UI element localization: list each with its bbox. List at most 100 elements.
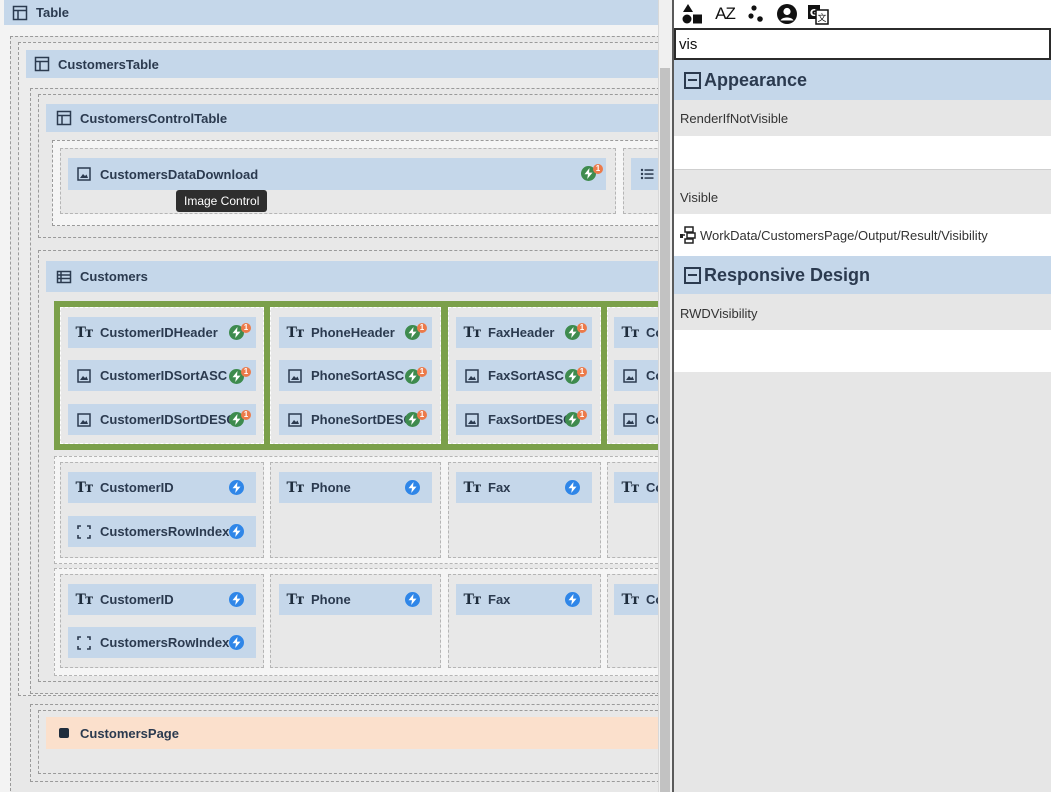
shapes-icon[interactable] [680, 2, 704, 26]
customers-control-table-header[interactable]: CustomersControlTable [46, 104, 658, 132]
text-icon: Tт [621, 479, 639, 496]
fax-label: Fax [488, 480, 511, 495]
phone-header-label: PhoneHeader [311, 325, 395, 340]
fax-sort-asc-label: FaxSortASC [488, 368, 564, 383]
render-if-not-visible-label: RenderIfNotVisible [674, 100, 1051, 136]
customers-row-index-label: CustomersRowIndex [100, 635, 230, 650]
text-icon: Tт [75, 479, 93, 496]
dots-icon[interactable] [746, 2, 768, 26]
visible-binding-path: WorkData/CustomersPage/Output/Result/Vis… [700, 227, 988, 243]
translate-icon[interactable]: G文 [806, 2, 830, 26]
text-icon: Tт [621, 591, 639, 608]
rwd-visibility-label: RWDVisibility [674, 296, 1051, 330]
customers-page-header[interactable]: CustomersPage [46, 717, 658, 749]
extra-control[interactable]: Tт Co [614, 584, 658, 615]
extra-sort-asc-label: Co [646, 368, 658, 383]
list-table-icon [56, 269, 72, 285]
event-bolt-icon[interactable] [565, 480, 580, 495]
customer-id-label: CustomerID [100, 592, 174, 607]
event-count-badge: 1 [241, 367, 251, 377]
customers-row-index-control[interactable]: CustomersRowIndex [68, 516, 256, 547]
image-icon [76, 412, 92, 428]
render-if-not-visible-value[interactable] [674, 136, 1051, 170]
customer-id-header-label: CustomerIDHeader [100, 325, 218, 340]
properties-panel: AZ G文 Appearance RenderIfNotVisible Visi… [674, 0, 1051, 792]
event-count-badge: 1 [577, 410, 587, 420]
event-count-badge: 1 [417, 410, 427, 420]
extra-header-label: Co [646, 325, 658, 340]
customer-id-control[interactable]: Tт CustomerID [68, 472, 256, 503]
sort-az-icon[interactable]: AZ [712, 2, 738, 26]
user-circle-icon[interactable] [776, 2, 798, 26]
extra-header-control[interactable]: Tт Co [614, 317, 658, 348]
customers-row-index-label: CustomersRowIndex [100, 524, 230, 539]
fax-sort-desc-label: FaxSortDESC [488, 412, 573, 427]
fax-label: Fax [488, 592, 511, 607]
image-icon [464, 368, 480, 384]
customers-data-download-label: CustomersDataDownload [100, 166, 259, 182]
frame-icon [76, 524, 92, 540]
customer-id-header-control[interactable]: Tт CustomerIDHeader [68, 317, 256, 348]
event-bolt-icon[interactable] [229, 635, 244, 650]
text-icon: Tт [463, 324, 481, 341]
event-count-badge: 1 [241, 323, 251, 333]
table-label: Table [36, 5, 69, 20]
image-icon [464, 412, 480, 428]
event-count-badge: 1 [241, 410, 251, 420]
appearance-section-header[interactable]: Appearance [674, 60, 1051, 100]
image-icon [622, 368, 638, 384]
collapse-icon[interactable] [684, 266, 701, 284]
customer-id-sort-asc-control[interactable]: CustomerIDSortASC [68, 360, 256, 391]
event-bolt-icon[interactable] [229, 592, 244, 607]
event-bolt-icon[interactable] [229, 524, 244, 539]
table-header[interactable]: Table [4, 0, 658, 25]
customers-control-table-label: CustomersControlTable [80, 110, 228, 126]
table-icon [56, 110, 72, 126]
customer-id-control[interactable]: Tт CustomerID [68, 584, 256, 615]
property-search-input[interactable] [676, 30, 1049, 58]
collapse-icon[interactable] [684, 71, 701, 89]
phone-sort-asc-label: PhoneSortASC [311, 368, 405, 383]
customers-list-header[interactable]: Customers [46, 261, 658, 292]
text-icon: Tт [621, 324, 639, 341]
event-count-badge: 1 [417, 323, 427, 333]
text-icon: Tт [463, 591, 481, 608]
image-icon [287, 368, 303, 384]
rwd-visibility-value[interactable] [674, 330, 1051, 372]
event-bolt-icon[interactable] [565, 592, 580, 607]
image-control-tooltip: Image Control [176, 190, 268, 212]
extra-control[interactable]: Tт Co [614, 472, 658, 503]
visible-value[interactable]: WorkData/CustomersPage/Output/Result/Vis… [674, 214, 1051, 256]
svg-text:文: 文 [817, 12, 826, 24]
customers-table-header[interactable]: CustomersTable [26, 50, 658, 78]
responsive-design-section-label: Responsive Design [704, 264, 871, 285]
customer-id-sort-desc-control[interactable]: CustomerIDSortDESC [68, 404, 256, 435]
event-count-badge: 1 [417, 367, 427, 377]
image-icon [622, 412, 638, 428]
scrollbar-thumb[interactable] [660, 68, 670, 792]
event-bolt-icon[interactable] [405, 480, 420, 495]
properties-empty-area [674, 372, 1051, 792]
property-search-wrapper [674, 28, 1051, 60]
phone-label: Phone [311, 480, 351, 495]
customer-id-sort-desc-label: CustomerIDSortDESC [100, 412, 236, 427]
phone-sort-desc-label: PhoneSortDESC [311, 412, 413, 427]
designer-canvas[interactable]: Table CustomersTable CustomersControlTab… [0, 0, 658, 792]
responsive-design-section-header[interactable]: Responsive Design [674, 256, 1051, 294]
table-icon [12, 5, 28, 21]
extra-sort-asc-control[interactable]: Co [614, 360, 658, 391]
text-icon: Tт [286, 324, 304, 341]
extra-sort-desc-control[interactable]: Co [614, 404, 658, 435]
customers-data-download-control[interactable]: CustomersDataDownload [68, 158, 606, 190]
square-icon [56, 725, 72, 741]
event-bolt-icon[interactable] [229, 480, 244, 495]
event-count-badge: 1 [577, 323, 587, 333]
image-icon [287, 412, 303, 428]
extra-label: Co [646, 480, 658, 495]
fax-header-label: FaxHeader [488, 325, 555, 340]
customers-row-index-control[interactable]: CustomersRowIndex [68, 627, 256, 658]
image-icon [76, 166, 92, 182]
list-control-stub[interactable] [631, 158, 658, 190]
customers-table-label: CustomersTable [58, 56, 159, 72]
event-bolt-icon[interactable] [405, 592, 420, 607]
